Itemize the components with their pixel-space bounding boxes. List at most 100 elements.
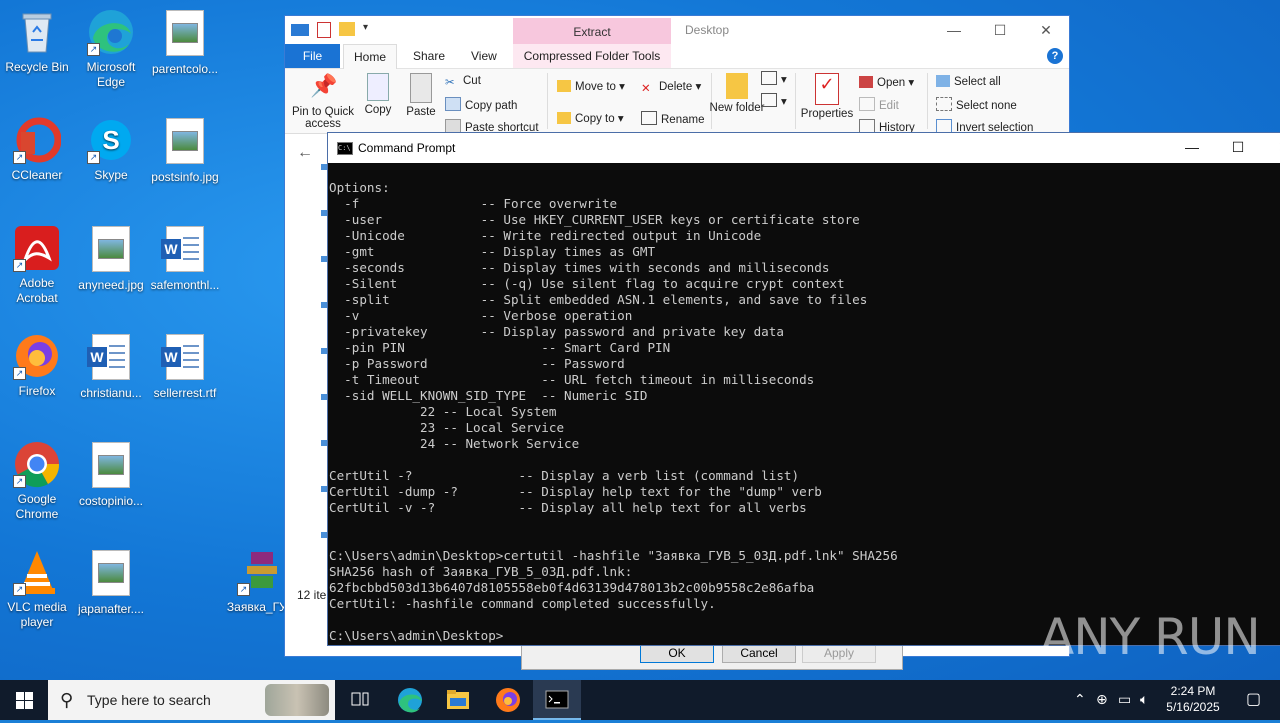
volume-icon[interactable]: 🔈︎ xyxy=(1140,691,1148,708)
paste-button[interactable]: Paste xyxy=(391,71,451,118)
taskbar-file-explorer-button[interactable] xyxy=(434,680,482,720)
desktop-icon-christianu[interactable]: W christianu... xyxy=(74,332,148,401)
new-folder-icon xyxy=(726,73,748,99)
cmd-minimize-button[interactable]: — xyxy=(1169,133,1215,161)
move-to-button[interactable]: Move to ▾ xyxy=(557,79,625,93)
rename-button[interactable]: Rename xyxy=(641,111,704,126)
image-file-icon xyxy=(87,442,135,490)
edit-button[interactable]: Edit xyxy=(859,97,899,112)
new-item-button[interactable]: ▾ xyxy=(761,71,787,86)
paste-label: Paste xyxy=(406,106,436,118)
notifications-icon[interactable]: ▢ xyxy=(1246,689,1261,709)
close-button[interactable]: ✕ xyxy=(1023,16,1069,44)
desktop-icon-microsoft-edge[interactable]: ↗ Microsoft Edge xyxy=(74,8,148,90)
folder-move-icon xyxy=(557,80,571,92)
apply-button[interactable]: Apply xyxy=(802,643,876,663)
tab-compressed-folder-tools[interactable]: Compressed Folder Tools xyxy=(513,44,671,68)
tab-view[interactable]: View xyxy=(461,44,507,68)
image-file-icon xyxy=(87,226,135,274)
history-icon xyxy=(859,119,875,133)
icon-label: anyneed.jpg xyxy=(78,278,144,292)
command-prompt-window[interactable]: C:\ Command Prompt — ☐ ✕ Options: -f -- … xyxy=(327,132,1280,646)
minimize-button[interactable]: — xyxy=(931,16,977,44)
properties-check-icon: ✓ xyxy=(815,73,839,105)
select-all-button[interactable]: Select all xyxy=(936,75,1001,88)
system-tray: ⌃ ⊕ ▭ 🔈︎ 2:24 PM 5/16/2025 ▢ xyxy=(1060,680,1280,720)
pin-icon: 📌 xyxy=(310,73,338,98)
icon-label: Google Chrome xyxy=(15,492,59,521)
new-folder-qat-icon[interactable] xyxy=(339,22,355,36)
taskbar-clock[interactable]: 2:24 PM 5/16/2025 xyxy=(1158,683,1228,715)
copy-path-button[interactable]: Copy path xyxy=(445,97,517,112)
icon-label: costopinio... xyxy=(78,494,144,508)
delete-button[interactable]: ✕ Delete ▾ xyxy=(641,79,701,95)
taskbar-firefox-button[interactable] xyxy=(484,680,532,720)
desktop-icon-costopinio[interactable]: costopinio... xyxy=(74,440,148,509)
search-icon: ⚲ xyxy=(60,690,74,710)
ok-button[interactable]: OK xyxy=(640,643,714,663)
open-button[interactable]: Open ▾ xyxy=(859,75,914,89)
ribbon-separator xyxy=(547,73,548,129)
tab-file[interactable]: File xyxy=(285,44,340,68)
desktop-icon-skype[interactable]: S ↗ Skype xyxy=(74,116,148,183)
task-view-button[interactable] xyxy=(336,680,384,720)
firefox-icon xyxy=(496,688,520,712)
new-folder-button[interactable]: New folder xyxy=(707,71,767,114)
cmd-close-button[interactable]: ✕ xyxy=(1261,133,1280,161)
explorer-app-icon xyxy=(291,24,309,36)
winrar-archive-icon: ↗ xyxy=(237,548,285,596)
svg-text:S: S xyxy=(102,125,119,155)
easy-access-button[interactable]: ▾ xyxy=(761,93,787,108)
desktop-icon-japanafter[interactable]: japanafter.... xyxy=(74,548,148,617)
desktop-icon-postsinfo[interactable]: postsinfo.jpg xyxy=(148,116,222,185)
copy-to-label: Copy to xyxy=(575,113,615,125)
edge-icon: ↗ xyxy=(87,8,135,56)
skype-icon: S ↗ xyxy=(87,116,135,164)
maximize-button[interactable]: ☐ xyxy=(977,16,1023,44)
search-highlight-image xyxy=(265,684,329,716)
show-hidden-icons-chevron-icon[interactable]: ⌃ xyxy=(1074,691,1086,708)
select-none-label: Select none xyxy=(956,100,1017,112)
copy-label: Copy xyxy=(364,104,392,116)
taskbar: ⚲ Type here to search ⌃ ⊕ ▭ 🔈︎ 2:24 PM 5… xyxy=(0,680,1280,720)
paste-icon xyxy=(410,73,432,103)
select-none-button[interactable]: Select none xyxy=(936,97,1017,112)
cmd-maximize-button[interactable]: ☐ xyxy=(1215,133,1261,161)
taskbar-command-prompt-button[interactable] xyxy=(533,680,581,720)
properties-button[interactable]: ✓ Properties xyxy=(797,71,857,120)
delete-x-icon: ✕ xyxy=(641,83,651,95)
qat-dropdown-icon[interactable]: ▾ xyxy=(363,22,371,36)
desktop-icon-safemonthl[interactable]: W safemonthl... xyxy=(148,224,222,293)
word-doc-icon: W xyxy=(161,334,209,382)
cmd-titlebar[interactable]: C:\ Command Prompt — ☐ ✕ xyxy=(328,133,1280,163)
tab-share[interactable]: Share xyxy=(403,44,455,68)
help-icon[interactable]: ? xyxy=(1047,48,1063,64)
desktop-icon-google-chrome[interactable]: ↗ Google Chrome xyxy=(0,440,74,522)
properties-label: Properties xyxy=(800,108,854,120)
anyrun-watermark: ANY RUN xyxy=(1040,608,1261,666)
cmd-window-title: Command Prompt xyxy=(358,141,456,155)
desktop-icon-ccleaner[interactable]: ↗ CCleaner xyxy=(0,116,74,183)
tab-home[interactable]: Home xyxy=(343,44,398,69)
desktop-icon-adobe-acrobat[interactable]: ↗ Adobe Acrobat xyxy=(0,224,74,306)
taskbar-edge-button[interactable] xyxy=(386,680,434,720)
back-arrow-icon[interactable]: ← xyxy=(297,144,313,162)
desktop-icon-anyneed[interactable]: anyneed.jpg xyxy=(74,224,148,293)
properties-qat-icon[interactable] xyxy=(317,22,331,38)
start-button[interactable] xyxy=(0,680,48,720)
desktop-icon-firefox[interactable]: ↗ Firefox xyxy=(0,332,74,399)
taskbar-search-box[interactable]: ⚲ Type here to search xyxy=(48,680,335,720)
cancel-button[interactable]: Cancel xyxy=(722,643,796,663)
network-icon[interactable]: ▭ xyxy=(1118,691,1131,708)
scissors-icon: ✂ xyxy=(445,77,455,89)
cut-button[interactable]: ✂ Cut xyxy=(445,75,481,89)
desktop-icon-parentcolo[interactable]: parentcolo... xyxy=(148,8,222,77)
security-tray-icon[interactable]: ⊕ xyxy=(1096,691,1108,708)
ribbon-tabs: File Home Share View Compressed Folder T… xyxy=(285,44,1069,69)
copy-to-button[interactable]: Copy to ▾ xyxy=(557,111,624,125)
icon-label: Microsoft Edge xyxy=(86,60,136,89)
desktop-icon-vlc[interactable]: ↗ VLC media player xyxy=(0,548,74,630)
desktop-icon-sellerrest[interactable]: W sellerrest.rtf xyxy=(148,332,222,401)
cmd-console[interactable]: Options: -f -- Force overwrite -user -- … xyxy=(328,163,1280,645)
desktop-icon-recycle-bin[interactable]: Recycle Bin xyxy=(0,8,74,75)
